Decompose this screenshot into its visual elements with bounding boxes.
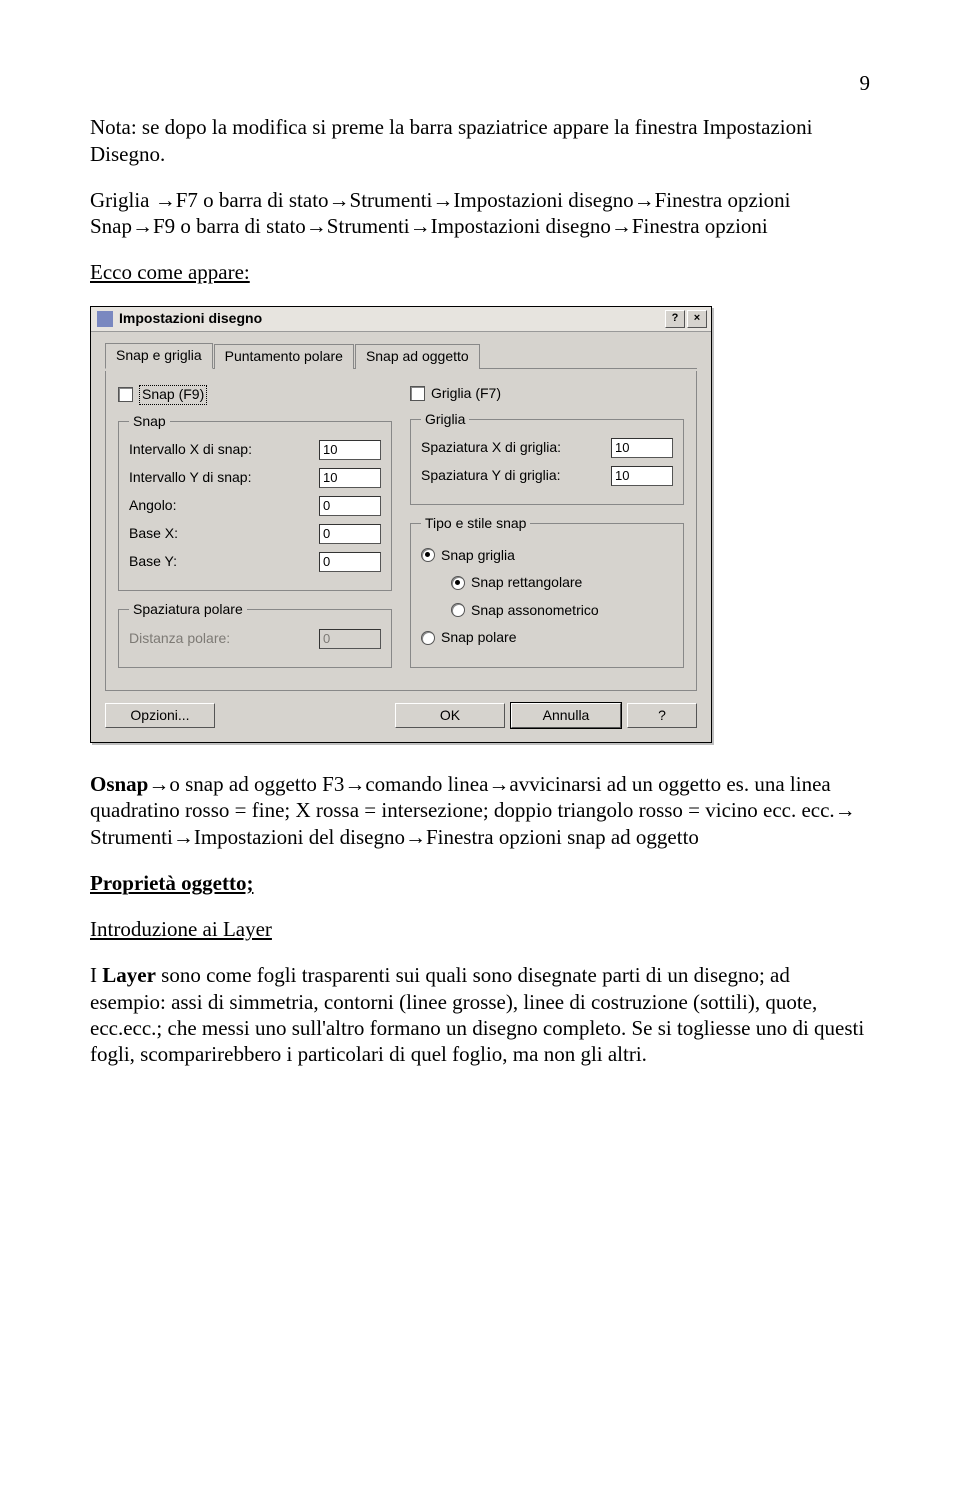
ok-button[interactable]: OK	[395, 703, 505, 729]
label-intervallo-x: Intervallo X di snap:	[129, 441, 319, 459]
label-base-x: Base X:	[129, 525, 319, 543]
snap-line: Snap→F9 o barra di stato→Strumenti→Impos…	[90, 213, 870, 239]
input-angolo[interactable]: 0	[319, 496, 381, 516]
close-titlebar-button[interactable]: ×	[687, 310, 707, 328]
group-spazpol-legend: Spaziatura polare	[129, 601, 247, 619]
dialog-titlebar[interactable]: Impostazioni disegno ? ×	[91, 307, 711, 332]
group-spaziatura-polare: Spaziatura polare Distanza polare: 0	[118, 601, 392, 668]
radio-snap-griglia[interactable]	[421, 548, 435, 562]
app-icon	[97, 311, 113, 327]
nota-paragraph: Nota: se dopo la modifica si preme la ba…	[90, 114, 870, 167]
radio-snap-assonometrico-label: Snap assonometrico	[471, 602, 599, 620]
osnap-strong: Osnap→	[90, 772, 169, 796]
radio-snap-griglia-label: Snap griglia	[441, 547, 515, 565]
label-intervallo-y: Intervallo Y di snap:	[129, 469, 319, 487]
osnap-paragraph: Osnap→o snap ad oggetto F3→comando linea…	[90, 771, 870, 850]
ecco-come-appare: Ecco come appare:	[90, 259, 870, 285]
group-griglia-legend: Griglia	[421, 411, 469, 429]
griglia-line: Griglia →F7 o barra di stato→Strumenti→I…	[90, 187, 870, 213]
dialog-tabs: Snap e griglia Puntamento polare Snap ad…	[105, 342, 697, 370]
input-base-y[interactable]: 0	[319, 552, 381, 572]
input-intervallo-y[interactable]: 10	[319, 468, 381, 488]
proprieta-oggetto-heading: Proprietà oggetto;	[90, 870, 870, 896]
help-titlebar-button[interactable]: ?	[665, 310, 685, 328]
tab-snap-griglia[interactable]: Snap e griglia	[105, 343, 213, 370]
impostazioni-disegno-dialog: Impostazioni disegno ? × Snap e griglia …	[90, 306, 712, 744]
snap-f9-label: Snap (F9)	[139, 385, 207, 405]
group-tipo-legend: Tipo e stile snap	[421, 515, 530, 533]
radio-snap-polare-label: Snap polare	[441, 629, 517, 647]
radio-snap-polare[interactable]	[421, 631, 435, 645]
label-spaziatura-y: Spaziatura Y di griglia:	[421, 467, 611, 485]
osnap-rest: o snap ad oggetto F3→comando linea→avvic…	[90, 772, 856, 849]
label-spaziatura-x: Spaziatura X di griglia:	[421, 439, 611, 457]
radio-snap-rettangolare-label: Snap rettangolare	[471, 574, 582, 592]
annulla-button[interactable]: Annulla	[511, 703, 621, 729]
input-intervallo-x[interactable]: 10	[319, 440, 381, 460]
input-distanza-polare: 0	[319, 629, 381, 649]
label-angolo: Angolo:	[129, 497, 319, 515]
tab-puntamento-polare[interactable]: Puntamento polare	[214, 344, 354, 370]
tab-panel-snap-griglia: Snap (F9) Snap Intervallo X di snap: 10 …	[105, 371, 697, 691]
radio-snap-assonometrico[interactable]	[451, 603, 465, 617]
input-spaziatura-y[interactable]: 10	[611, 466, 673, 486]
group-snap-legend: Snap	[129, 413, 170, 431]
radio-snap-rettangolare[interactable]	[451, 576, 465, 590]
group-tipo-stile-snap: Tipo e stile snap Snap griglia Snap rett…	[410, 515, 684, 668]
tab-snap-ad-oggetto[interactable]: Snap ad oggetto	[355, 344, 480, 370]
opzioni-button[interactable]: Opzioni...	[105, 703, 215, 729]
input-spaziatura-x[interactable]: 10	[611, 438, 673, 458]
group-snap: Snap Intervallo X di snap: 10 Intervallo…	[118, 413, 392, 592]
layer-para-b: Layer	[102, 963, 156, 987]
introduzione-layer-heading: Introduzione ai Layer	[90, 916, 870, 942]
layer-paragraph: I Layer sono come fogli trasparenti sui …	[90, 962, 870, 1067]
dialog-title: Impostazioni disegno	[119, 310, 663, 328]
page-number: 9	[90, 70, 870, 96]
snap-f9-checkbox[interactable]	[118, 387, 133, 402]
griglia-f7-label: Griglia (F7)	[431, 385, 501, 403]
layer-para-a: I	[90, 963, 102, 987]
label-base-y: Base Y:	[129, 553, 319, 571]
input-base-x[interactable]: 0	[319, 524, 381, 544]
label-distanza-polare: Distanza polare:	[129, 630, 319, 648]
layer-para-c: sono come fogli trasparenti sui quali so…	[90, 963, 864, 1066]
group-griglia: Griglia Spaziatura X di griglia: 10 Spaz…	[410, 411, 684, 506]
griglia-f7-checkbox[interactable]	[410, 386, 425, 401]
help-button[interactable]: ?	[627, 703, 697, 729]
